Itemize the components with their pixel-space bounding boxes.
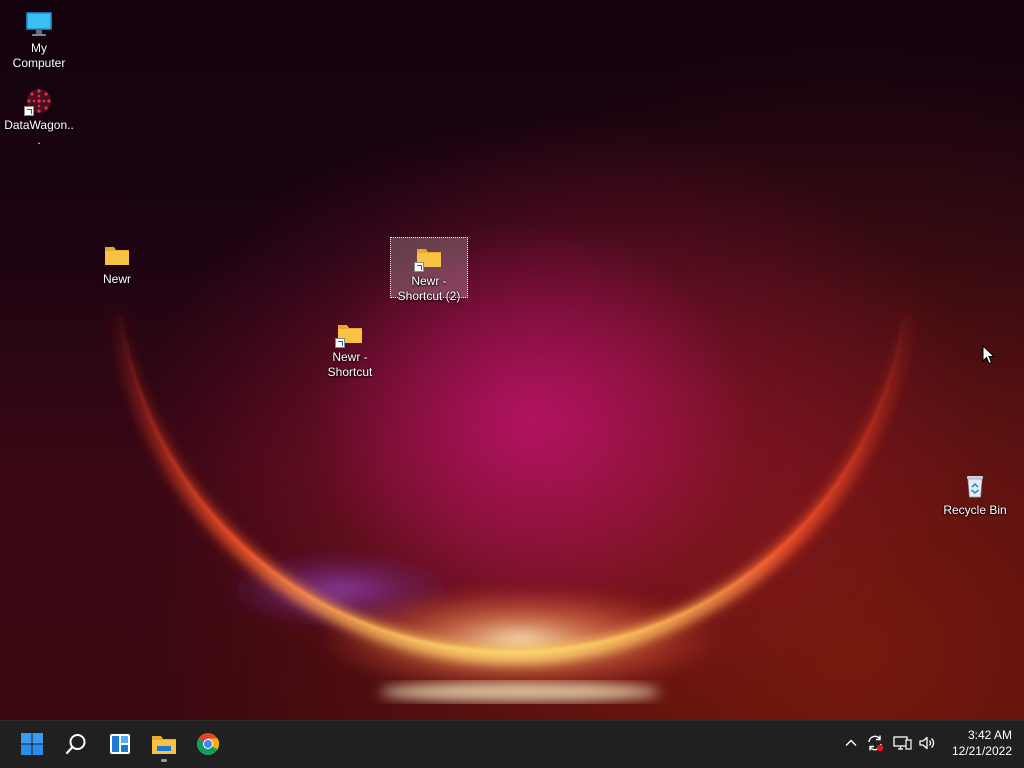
- search-button[interactable]: [56, 724, 96, 764]
- desktop-icon-label: My Computer: [12, 41, 66, 70]
- folder-icon: [101, 239, 133, 271]
- folder-shortcut-icon: [413, 241, 445, 273]
- shortcut-arrow-icon: [414, 262, 424, 272]
- volume-icon: [919, 736, 935, 750]
- shortcut-arrow-icon: [335, 338, 345, 348]
- datawagon-app-icon: [23, 85, 55, 117]
- desktop-icon-newr-shortcut[interactable]: Newr - Shortcut: [311, 313, 389, 385]
- desktop-icon-label: DataWagon...: [4, 118, 74, 147]
- computer-icon: [23, 8, 55, 40]
- widgets-button[interactable]: [100, 724, 140, 764]
- wallpaper-glow: [108, 299, 917, 702]
- folder-shortcut-icon: [334, 317, 366, 349]
- recycle-bin-icon: [959, 470, 991, 502]
- desktop-icon-newr-shortcut-2[interactable]: Newr - Shortcut (2): [390, 237, 468, 303]
- desktop-icon-datawagon[interactable]: DataWagon...: [0, 81, 78, 153]
- show-hidden-icons-button[interactable]: [841, 733, 861, 753]
- volume-button[interactable]: [917, 733, 937, 753]
- shortcut-arrow-icon: [24, 106, 34, 116]
- clock-date: 12/21/2022: [951, 744, 1012, 758]
- search-icon: [65, 734, 86, 755]
- sync-status-button[interactable]: [865, 733, 885, 753]
- chrome-button[interactable]: [188, 724, 228, 764]
- start-button[interactable]: [12, 724, 52, 764]
- file-explorer-button[interactable]: [144, 724, 184, 764]
- mouse-pointer-icon: [982, 345, 996, 365]
- desktop[interactable]: My Computer DataWagon... Newr Newr - Sho…: [0, 0, 1024, 720]
- clock-time: 3:42 AM: [967, 728, 1012, 742]
- desktop-icon-my-computer[interactable]: My Computer: [0, 4, 78, 76]
- file-explorer-icon: [152, 736, 176, 754]
- desktop-icon-recycle-bin[interactable]: Recycle Bin: [936, 466, 1014, 523]
- running-indicator: [161, 759, 167, 762]
- desktop-icon-label: Newr - Shortcut: [327, 350, 373, 379]
- sync-icon: [868, 735, 884, 752]
- taskbar: 3:42 AM 12/21/2022: [0, 720, 1024, 768]
- chrome-icon: [197, 733, 219, 755]
- network-button[interactable]: [892, 733, 912, 753]
- widgets-icon: [110, 734, 130, 754]
- desktop-icon-label: Newr: [102, 272, 131, 286]
- desktop-icon-label: Newr - Shortcut (2): [397, 274, 461, 303]
- desktop-icon-label: Recycle Bin: [943, 503, 1007, 517]
- network-icon: [893, 736, 912, 750]
- windows-logo-icon: [21, 733, 43, 755]
- clock[interactable]: 3:42 AM 12/21/2022: [940, 727, 1018, 763]
- desktop-icon-newr-folder[interactable]: Newr: [78, 235, 156, 292]
- chevron-up-icon: [845, 739, 857, 746]
